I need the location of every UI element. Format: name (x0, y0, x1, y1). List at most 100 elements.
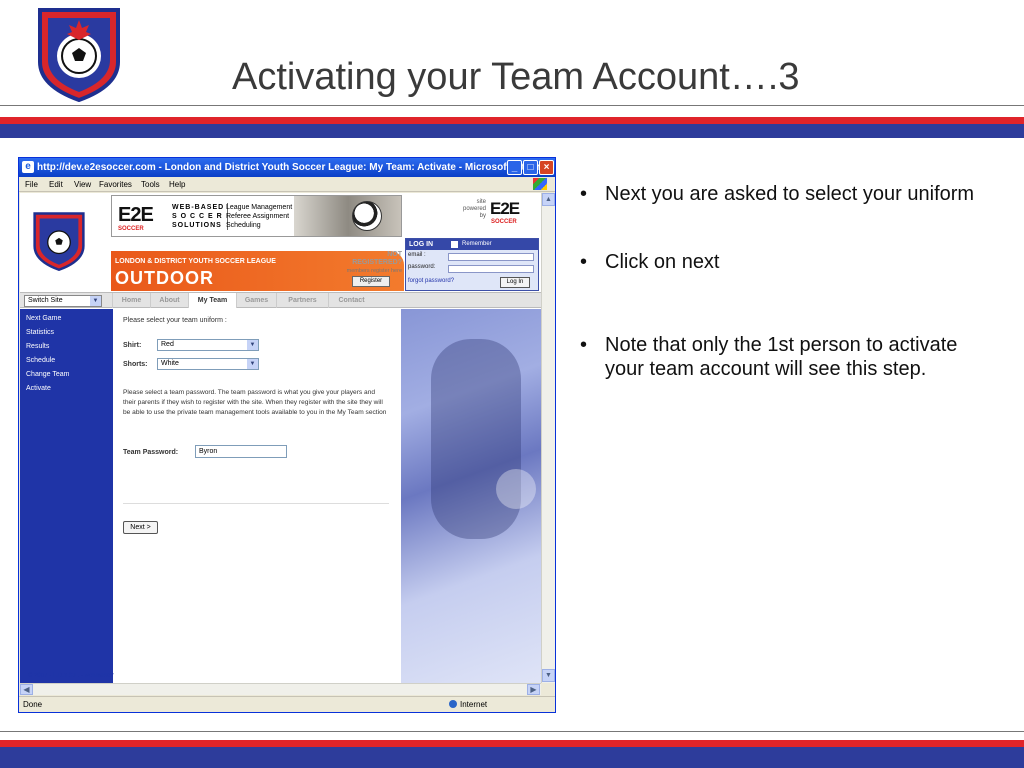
ad-column-2: League Management Referee Assignment Sch… (226, 203, 292, 230)
bullet-text: Note that only the 1st person to activat… (605, 334, 958, 380)
sidebar-item-next-game[interactable]: Next Game (26, 315, 61, 322)
nav-home[interactable]: Home (112, 293, 150, 308)
email-label: email : (408, 252, 426, 258)
sidebar-item-activate[interactable]: Activate (26, 385, 51, 392)
division-title: OUTDOOR (115, 268, 214, 288)
scroll-down-icon[interactable]: ▼ (542, 669, 555, 682)
forgot-password-link[interactable]: forgot password? (408, 278, 454, 284)
status-text: Done (23, 700, 43, 709)
nav-contact[interactable]: Contact (328, 293, 374, 308)
vertical-scrollbar[interactable]: ▲ ▼ (541, 193, 555, 683)
player-silhouette (431, 339, 521, 539)
sidebar-item-schedule[interactable]: Schedule (26, 357, 55, 364)
scroll-up-icon[interactable]: ▲ (542, 193, 555, 206)
sidebar-item-change-team[interactable]: Change Team (26, 371, 69, 378)
browser-window: e http://dev.e2esoccer.com - London and … (18, 157, 556, 713)
powered-line: site (476, 199, 486, 205)
footer-band-red (0, 740, 1024, 747)
team-password-field[interactable]: Byron (195, 445, 287, 458)
maximize-button[interactable]: □ (523, 160, 538, 175)
ldysl-logo (38, 8, 120, 102)
ad-line: Referee Assignment (226, 213, 290, 220)
soccer-ball-icon (352, 201, 382, 231)
nav-partners[interactable]: Partners (276, 293, 328, 308)
browser-title: http://dev.e2esoccer.com - London and Di… (37, 162, 549, 173)
site-logo (33, 212, 85, 271)
login-button[interactable]: Log In (500, 277, 530, 288)
ad-column-1: WEB-BASED S O C C E R SOLUTIONS (172, 203, 229, 230)
ad-line: League Management (226, 204, 293, 211)
powered-line: by (479, 213, 486, 219)
close-button[interactable]: × (539, 160, 554, 175)
ball-silhouette (496, 469, 536, 509)
menu-bar: File Edit View Favorites Tools Help (19, 177, 555, 192)
shorts-select[interactable]: White ▼ (157, 358, 259, 370)
powered-brand-sub: SOCCER (491, 219, 517, 225)
register-button[interactable]: Register (352, 276, 390, 287)
e2e-banner-ad[interactable]: E2E SOCCER WEB-BASED S O C C E R SOLUTIO… (111, 195, 402, 237)
password-field[interactable] (448, 265, 534, 273)
menu-view[interactable]: View (74, 177, 91, 192)
security-zone: Internet (449, 697, 488, 712)
bullet-dot: • (580, 183, 588, 205)
password-label: password: (408, 264, 436, 270)
sidebar-item-statistics[interactable]: Statistics (26, 329, 54, 336)
powered-by: site powered by (456, 199, 486, 220)
shirt-label: Shirt: (123, 342, 142, 349)
site-navbar: Switch Site ▼ Home About My Team Games P… (20, 292, 541, 308)
ad-line: WEB-BASED (172, 204, 225, 211)
menu-help[interactable]: Help (169, 177, 185, 192)
status-bar: Done Internet (19, 696, 555, 712)
nav-about[interactable]: About (150, 293, 188, 308)
remember-label: Remember (462, 241, 492, 247)
members-hint: members register here (346, 268, 402, 274)
ad-line: SOLUTIONS (172, 222, 222, 229)
menu-edit[interactable]: Edit (49, 177, 63, 192)
horizontal-scrollbar[interactable]: ◀ ▶ (20, 683, 541, 695)
scroll-left-icon[interactable]: ◀ (20, 684, 33, 695)
bullet-text: Next you are asked to select your unifor… (605, 183, 975, 205)
shorts-value: White (161, 360, 179, 367)
slide-title: Activating your Team Account….3 (232, 56, 800, 98)
switch-site-select[interactable]: Switch Site ▼ (24, 295, 102, 307)
next-button[interactable]: Next > (123, 521, 158, 534)
remember-checkbox[interactable] (451, 241, 458, 248)
league-name: LONDON & DISTRICT YOUTH SOCCER LEAGUE (115, 258, 276, 265)
nav-my-team[interactable]: My Team (188, 293, 236, 308)
bullet-item: • Note that only the 1st person to activ… (580, 333, 1000, 381)
email-field[interactable] (448, 253, 534, 261)
login-box: LOG IN Remember email : password: forgot… (405, 238, 539, 291)
copyright: © 2007 - L.D.Y.S.L. - webmaster (28, 673, 115, 679)
browser-titlebar: e http://dev.e2esoccer.com - London and … (19, 158, 555, 177)
menu-favorites[interactable]: Favorites (99, 177, 132, 192)
ie-icon: e (22, 161, 34, 173)
globe-icon (449, 700, 457, 708)
sidebar-item-results[interactable]: Results (26, 343, 49, 350)
powered-line: powered (462, 206, 486, 212)
bullet-item: • Next you are asked to select your unif… (580, 182, 1000, 206)
chevron-down-icon: ▼ (247, 340, 258, 350)
zone-label: Internet (460, 700, 488, 709)
menu-file[interactable]: File (25, 177, 38, 192)
login-heading-label: LOG IN (409, 241, 434, 248)
not-registered-heading: NOT REGISTERED? (352, 251, 402, 266)
bullet-dot: • (580, 251, 588, 273)
login-heading: LOG IN Remember (406, 239, 538, 250)
windows-flag-icon (533, 178, 547, 190)
site-header: E2E SOCCER WEB-BASED S O C C E R SOLUTIO… (20, 193, 541, 291)
ad-player-photo (294, 196, 401, 236)
nav-games[interactable]: Games (236, 293, 276, 308)
footer-rule (0, 731, 1024, 732)
minimize-button[interactable]: _ (507, 160, 522, 175)
scroll-right-icon[interactable]: ▶ (527, 684, 540, 695)
bullet-item: • Click on next (580, 250, 1000, 274)
uniform-prompt: Please select your team uniform : (123, 317, 227, 324)
shirt-select[interactable]: Red ▼ (157, 339, 259, 351)
menu-tools[interactable]: Tools (141, 177, 160, 192)
footer-band-blue (0, 747, 1024, 768)
bullet-text: Click on next (605, 251, 720, 273)
switch-site-value: Switch Site (28, 297, 63, 304)
chevron-down-icon: ▼ (247, 359, 258, 369)
header-band-red (0, 117, 1024, 124)
header-band-blue (0, 124, 1024, 138)
